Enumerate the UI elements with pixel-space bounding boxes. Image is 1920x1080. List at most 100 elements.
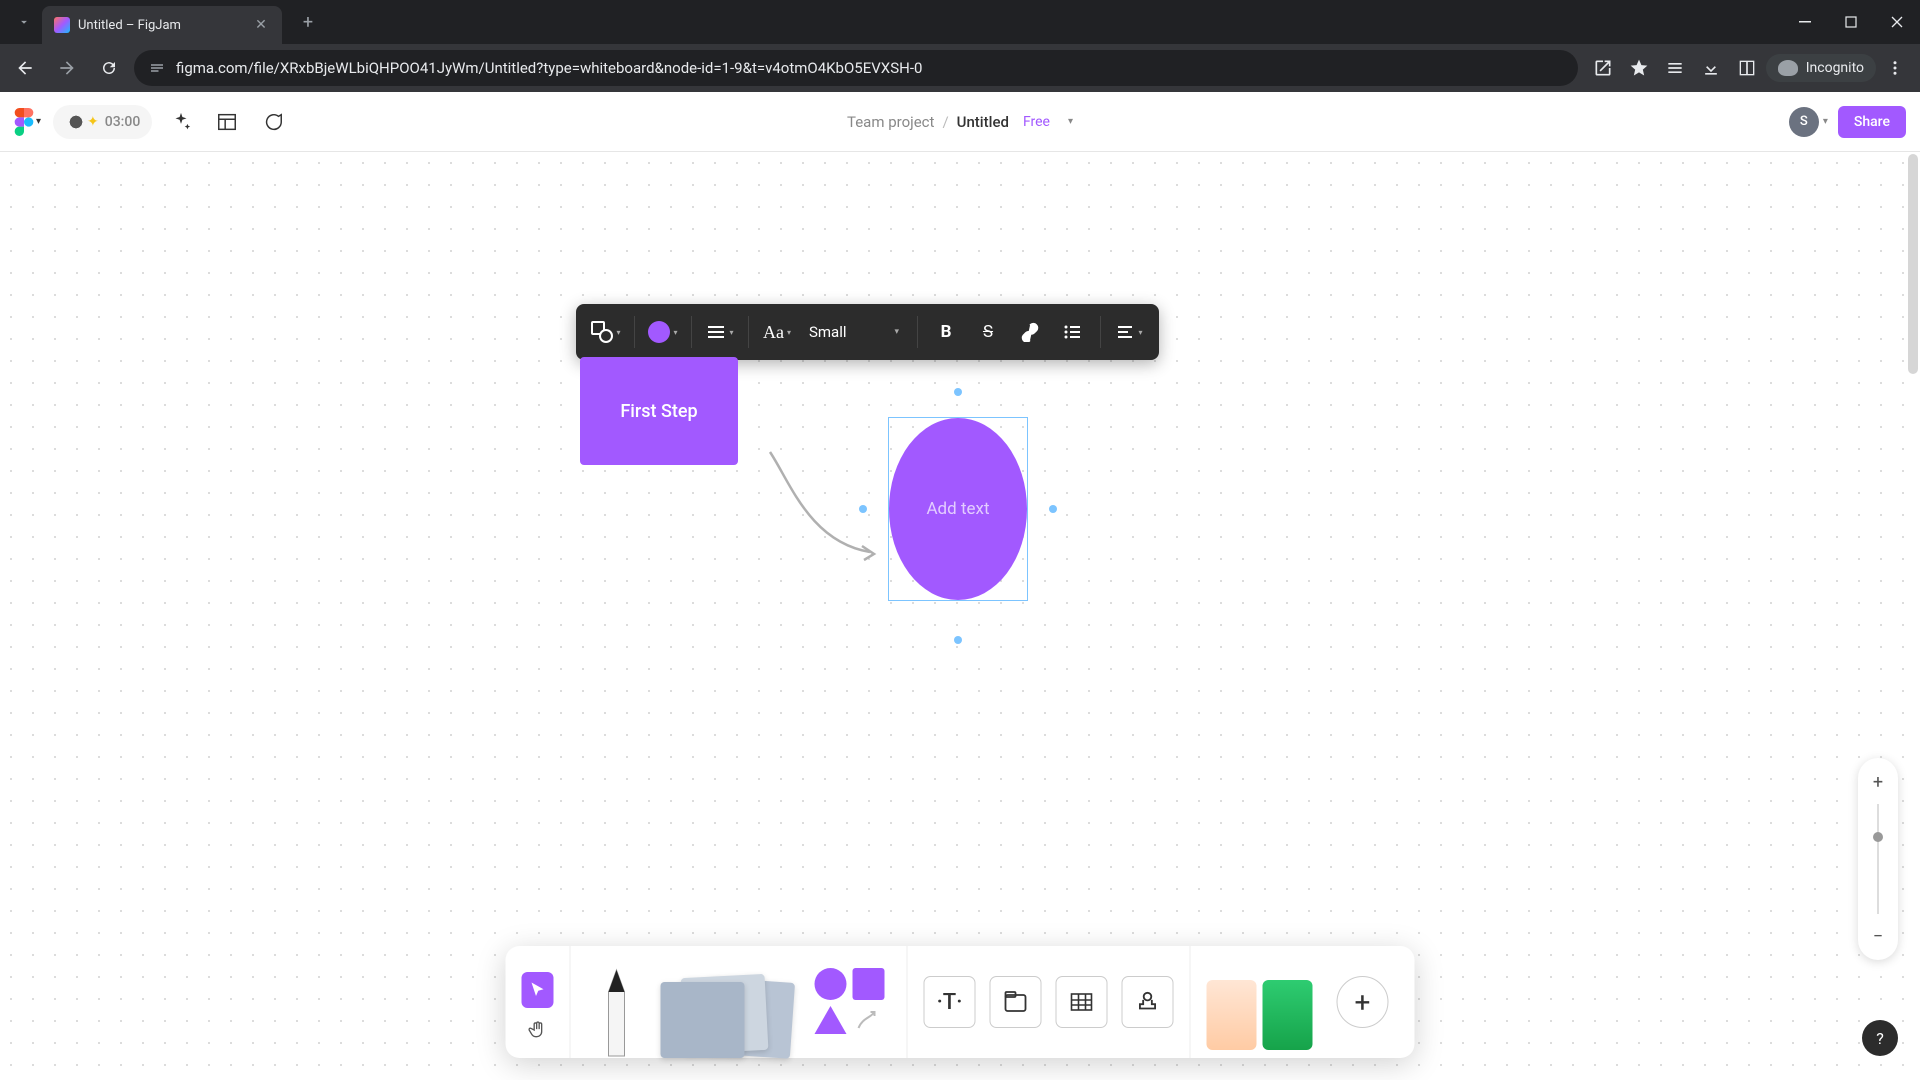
help-button[interactable]: ? xyxy=(1862,1020,1898,1056)
triangle-shape-icon xyxy=(815,1006,847,1034)
shape-placeholder-text[interactable]: Add text xyxy=(926,499,989,519)
minimize-button[interactable] xyxy=(1782,0,1828,44)
shape-rectangle[interactable]: First Step xyxy=(580,357,738,465)
font-size-label: Small xyxy=(809,323,847,341)
maximize-button[interactable] xyxy=(1828,0,1874,44)
square-shape-icon xyxy=(853,968,885,1000)
chevron-down-icon: ▾ xyxy=(729,328,733,337)
tabs-dropdown-button[interactable] xyxy=(6,4,42,40)
main-menu-button[interactable]: ▾ xyxy=(14,108,41,136)
shape-icon xyxy=(591,321,613,343)
tab-close-button[interactable]: ✕ xyxy=(252,17,270,33)
reload-button[interactable] xyxy=(92,51,126,85)
zoom-in-button[interactable]: + xyxy=(1864,768,1892,796)
browser-menu-button[interactable] xyxy=(1878,51,1912,85)
shape-ellipse[interactable]: Add text xyxy=(889,418,1027,600)
new-tab-button[interactable]: + xyxy=(294,8,322,36)
shape-text: First Step xyxy=(620,401,697,422)
selection-handle-bottom[interactable] xyxy=(954,636,962,644)
border-icon xyxy=(706,322,726,342)
chevron-down-icon[interactable]: ▾ xyxy=(1068,116,1073,127)
sticker-emoji-2 xyxy=(1263,980,1313,1050)
border-style-button[interactable]: ▾ xyxy=(700,312,740,352)
selection-handle-left[interactable] xyxy=(859,505,867,513)
shapes-tool[interactable] xyxy=(815,968,891,1036)
user-menu[interactable]: S ▾ xyxy=(1789,107,1828,137)
chevron-down-icon: ▾ xyxy=(1138,328,1142,337)
window-controls xyxy=(1782,0,1920,44)
shape-picker-button[interactable]: ▾ xyxy=(586,312,626,352)
downloads-button[interactable] xyxy=(1694,51,1728,85)
hand-tool-button[interactable] xyxy=(522,1012,554,1048)
list-icon xyxy=(1062,322,1082,342)
media-control-icon[interactable] xyxy=(1658,51,1692,85)
font-icon: Aa xyxy=(763,322,784,343)
address-bar[interactable]: figma.com/file/XRxbBjeWLbiQHPOO41JyWm/Un… xyxy=(134,50,1578,86)
separator xyxy=(691,316,692,348)
back-button[interactable] xyxy=(8,51,42,85)
timer-value: 03:00 xyxy=(105,114,141,130)
sticker-emoji-1 xyxy=(1207,980,1257,1050)
comments-button[interactable] xyxy=(256,105,290,139)
site-settings-icon[interactable] xyxy=(148,59,166,77)
separator xyxy=(917,316,918,348)
separator xyxy=(748,316,749,348)
templates-button[interactable] xyxy=(210,105,244,139)
tab-title: Untitled – FigJam xyxy=(78,18,244,33)
browser-nav-bar: figma.com/file/XRxbBjeWLbiQHPOO41JyWm/Un… xyxy=(0,44,1920,92)
extension-blocked-icon[interactable] xyxy=(1586,51,1620,85)
table-tool-button[interactable] xyxy=(1056,976,1108,1028)
vertical-scrollbar[interactable] xyxy=(1908,154,1918,374)
plan-badge[interactable]: Free xyxy=(1023,114,1050,130)
sticky-note-tool[interactable] xyxy=(661,972,801,1058)
text-align-button[interactable]: ▾ xyxy=(1109,312,1149,352)
more-tools-button[interactable]: + xyxy=(1337,976,1389,1028)
font-style-button[interactable]: Aa ▾ xyxy=(757,312,797,352)
zoom-slider[interactable] xyxy=(1877,804,1879,914)
select-tool-button[interactable] xyxy=(522,972,554,1008)
figma-logo-icon xyxy=(14,108,34,136)
incognito-label: Incognito xyxy=(1806,60,1864,76)
section-tool-button[interactable] xyxy=(990,976,1042,1028)
font-size-select[interactable]: Small ▾ xyxy=(799,323,909,341)
nav-actions: Incognito xyxy=(1586,51,1912,85)
browser-tab[interactable]: Untitled – FigJam ✕ xyxy=(42,6,282,44)
bottom-toolbar: ·T· + xyxy=(506,946,1415,1058)
file-title[interactable]: Untitled xyxy=(957,113,1009,131)
figma-favicon xyxy=(54,17,70,33)
align-icon xyxy=(1115,322,1135,342)
shape-ellipse-selected[interactable]: Add text xyxy=(888,417,1028,601)
bullet-list-button[interactable] xyxy=(1052,312,1092,352)
timer-icon xyxy=(65,111,87,133)
chevron-down-icon: ▾ xyxy=(36,116,41,127)
timer-widget[interactable]: ✦ 03:00 xyxy=(53,105,152,139)
link-icon xyxy=(1020,322,1040,342)
bold-button[interactable]: B xyxy=(926,312,966,352)
connector-arrow[interactable] xyxy=(760,442,890,572)
breadcrumb-team[interactable]: Team project xyxy=(847,113,934,131)
separator xyxy=(1100,316,1101,348)
fill-color-button[interactable]: ▾ xyxy=(643,312,683,352)
forward-button[interactable] xyxy=(50,51,84,85)
strikethrough-button[interactable]: S xyxy=(968,312,1008,352)
selection-handle-top[interactable] xyxy=(954,388,962,396)
text-tool-button[interactable]: ·T· xyxy=(924,976,976,1028)
stickers-tool[interactable] xyxy=(1207,980,1313,1058)
incognito-indicator[interactable]: Incognito xyxy=(1766,54,1876,82)
zoom-thumb[interactable] xyxy=(1873,832,1883,842)
zoom-out-button[interactable]: − xyxy=(1864,922,1892,950)
connector-shape-icon xyxy=(853,1006,883,1036)
link-button[interactable] xyxy=(1010,312,1050,352)
circle-shape-icon xyxy=(815,968,847,1000)
url-text: figma.com/file/XRxbBjeWLbiQHPOO41JyWm/Un… xyxy=(176,59,1564,77)
bookmark-button[interactable] xyxy=(1622,51,1656,85)
marker-tool[interactable] xyxy=(587,966,647,1058)
stamp-tool-button[interactable] xyxy=(1122,976,1174,1028)
share-button[interactable]: Share xyxy=(1838,106,1906,138)
ai-sparkle-button[interactable] xyxy=(164,105,198,139)
close-window-button[interactable] xyxy=(1874,0,1920,44)
canvas[interactable]: ▾ ▾ ▾ Aa ▾ Small ▾ B S ▾ xyxy=(0,152,1920,1080)
chevron-down-icon: ▾ xyxy=(616,328,620,337)
reader-mode-icon[interactable] xyxy=(1730,51,1764,85)
selection-handle-right[interactable] xyxy=(1049,505,1057,513)
